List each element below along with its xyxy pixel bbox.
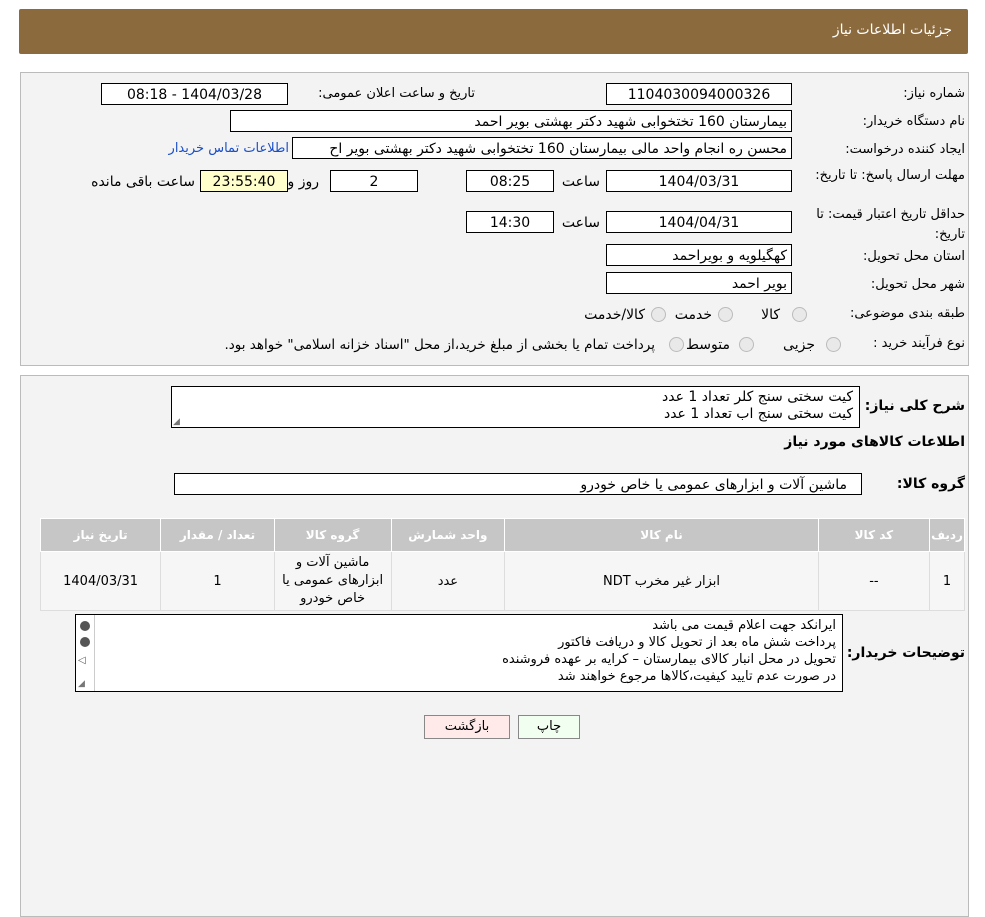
validity-time-label: ساعت bbox=[561, 215, 600, 231]
need-number-field: 1104030094000326 bbox=[606, 83, 792, 105]
scroll-arrow-icon[interactable]: ◁ bbox=[78, 655, 86, 666]
deadline-time-field: 08:25 bbox=[466, 170, 554, 192]
col-unit: واحد شمارش bbox=[390, 518, 506, 552]
scroll-up-dot-icon[interactable] bbox=[80, 621, 90, 631]
col-code: کد کالا bbox=[817, 518, 931, 552]
cell-date: 1404/03/31 bbox=[39, 551, 162, 611]
page-header: جزئیات اطلاعات نیاز bbox=[19, 9, 968, 54]
notes-resize-grip-icon[interactable]: ◢ bbox=[78, 679, 85, 689]
creator-field: محسن ره انجام واحد مالی بیمارستان 160 تخ… bbox=[292, 137, 792, 159]
goods-table: ردیف کد کالا نام کالا واحد شمارش گروه کا… bbox=[39, 518, 965, 611]
process-note: پرداخت تمام یا بخشی از مبلغ خرید،از محل … bbox=[224, 337, 655, 353]
summary-textarea: کیت سختی سنج کلر تعداد 1 عدد کیت سختی سن… bbox=[171, 386, 860, 428]
days-label: روز و bbox=[287, 174, 320, 190]
col-row: ردیف bbox=[929, 518, 965, 552]
announce-field: 1404/03/28 - 08:18 bbox=[101, 83, 288, 105]
goods-section-title: اطلاعات کالاهای مورد نیاز bbox=[784, 434, 965, 450]
summary-label: شرح کلی نیاز: bbox=[864, 398, 965, 414]
summary-line-2: کیت سختی سنج اب تعداد 1 عدد bbox=[663, 406, 853, 422]
buyer-note-line-3: تحویل در محل انبار کالای بیمارستان – کرا… bbox=[502, 652, 836, 667]
buyer-note-line-2: پرداخت شش ماه بعد از تحویل کالا و دریافت… bbox=[558, 635, 836, 650]
process-radio-treasury[interactable] bbox=[669, 337, 684, 352]
province-label: استان محل تحویل: bbox=[863, 249, 965, 264]
category-option-service: خدمت bbox=[674, 307, 712, 323]
goods-group-label: گروه کالا: bbox=[896, 476, 965, 492]
creator-label: ایجاد کننده درخواست: bbox=[845, 142, 965, 157]
category-option-goods: کالا bbox=[761, 307, 780, 323]
cell-name: ابزار غیر مخرب NDT bbox=[504, 551, 819, 611]
buyer-contact-link[interactable]: اطلاعات تماس خریدار bbox=[169, 141, 289, 156]
resize-grip-icon[interactable]: ◢ bbox=[173, 417, 180, 427]
buyer-note-line-1: ایرانکد جهت اعلام قیمت می باشد bbox=[652, 618, 836, 633]
table-row[interactable]: 1 -- ابزار غیر مخرب NDT عدد ماشین آلات و… bbox=[39, 551, 965, 611]
category-option-goods-service: کالا/خدمت bbox=[584, 307, 645, 323]
deadline-label: مهلت ارسال پاسخ: تا تاریخ: bbox=[815, 168, 965, 183]
back-button[interactable]: بازگشت bbox=[424, 715, 510, 739]
remaining-time-field: 23:55:40 bbox=[200, 170, 288, 192]
days-field: 2 bbox=[330, 170, 418, 192]
process-option-minor: جزیی bbox=[783, 337, 815, 353]
announce-label: تاریخ و ساعت اعلان عمومی: bbox=[318, 86, 475, 101]
goods-group-field: ماشین آلات و ابزارهای عمومی یا خاص خودرو bbox=[174, 473, 862, 495]
buyer-notes-textarea: ایرانکد جهت اعلام قیمت می باشد پرداخت شش… bbox=[75, 614, 843, 692]
table-header-row: ردیف کد کالا نام کالا واحد شمارش گروه کا… bbox=[39, 518, 965, 552]
print-button[interactable]: چاپ bbox=[518, 715, 580, 739]
process-radio-medium[interactable] bbox=[739, 337, 754, 352]
cell-qty: 1 bbox=[160, 551, 275, 611]
col-qty: تعداد / مقدار bbox=[160, 518, 275, 552]
cell-group: ماشین آلات و ابزارهای عمومی یا خاص خودرو bbox=[273, 551, 392, 611]
city-field: بویر احمد bbox=[606, 272, 792, 294]
process-option-medium: متوسط bbox=[686, 337, 730, 353]
buyer-note-line-4: در صورت عدم تایید کیفیت،کالاها مرجوع خوا… bbox=[557, 669, 836, 684]
validity-label: حداقل تاریخ اعتبار قیمت: تا تاریخ: bbox=[816, 207, 965, 242]
scroll-down-dot-icon[interactable] bbox=[80, 637, 90, 647]
cell-unit: عدد bbox=[390, 551, 506, 611]
category-radio-goods-service[interactable] bbox=[651, 307, 666, 322]
process-label: نوع فرآیند خرید : bbox=[873, 336, 965, 351]
category-radio-goods[interactable] bbox=[792, 307, 807, 322]
city-label: شهر محل تحویل: bbox=[870, 277, 965, 292]
category-label: طبقه بندی موضوعی: bbox=[849, 306, 965, 321]
col-group: گروه کالا bbox=[273, 518, 392, 552]
remaining-label: ساعت باقی مانده bbox=[91, 174, 195, 190]
need-number-label: شماره نیاز: bbox=[903, 86, 965, 101]
category-radio-service[interactable] bbox=[718, 307, 733, 322]
cell-code: -- bbox=[817, 551, 931, 611]
validity-date-field: 1404/04/31 bbox=[606, 211, 792, 233]
process-radio-minor[interactable] bbox=[826, 337, 841, 352]
buyer-org-label: نام دستگاه خریدار: bbox=[862, 114, 965, 129]
buyer-org-field: بیمارستان 160 تختخوابی شهید دکتر بهشتی ب… bbox=[230, 110, 792, 132]
deadline-time-label: ساعت bbox=[561, 174, 600, 190]
deadline-date-field: 1404/03/31 bbox=[606, 170, 792, 192]
page-title: جزئیات اطلاعات نیاز bbox=[832, 22, 952, 38]
cell-row: 1 bbox=[929, 551, 965, 611]
summary-line-1: کیت سختی سنج کلر تعداد 1 عدد bbox=[661, 389, 853, 405]
col-name: نام کالا bbox=[504, 518, 819, 552]
validity-time-field: 14:30 bbox=[466, 211, 554, 233]
col-date: تاریخ نیاز bbox=[39, 518, 162, 552]
buyer-notes-label: توضیحات خریدار: bbox=[846, 645, 965, 661]
province-field: کهگیلویه و بویراحمد bbox=[606, 244, 792, 266]
